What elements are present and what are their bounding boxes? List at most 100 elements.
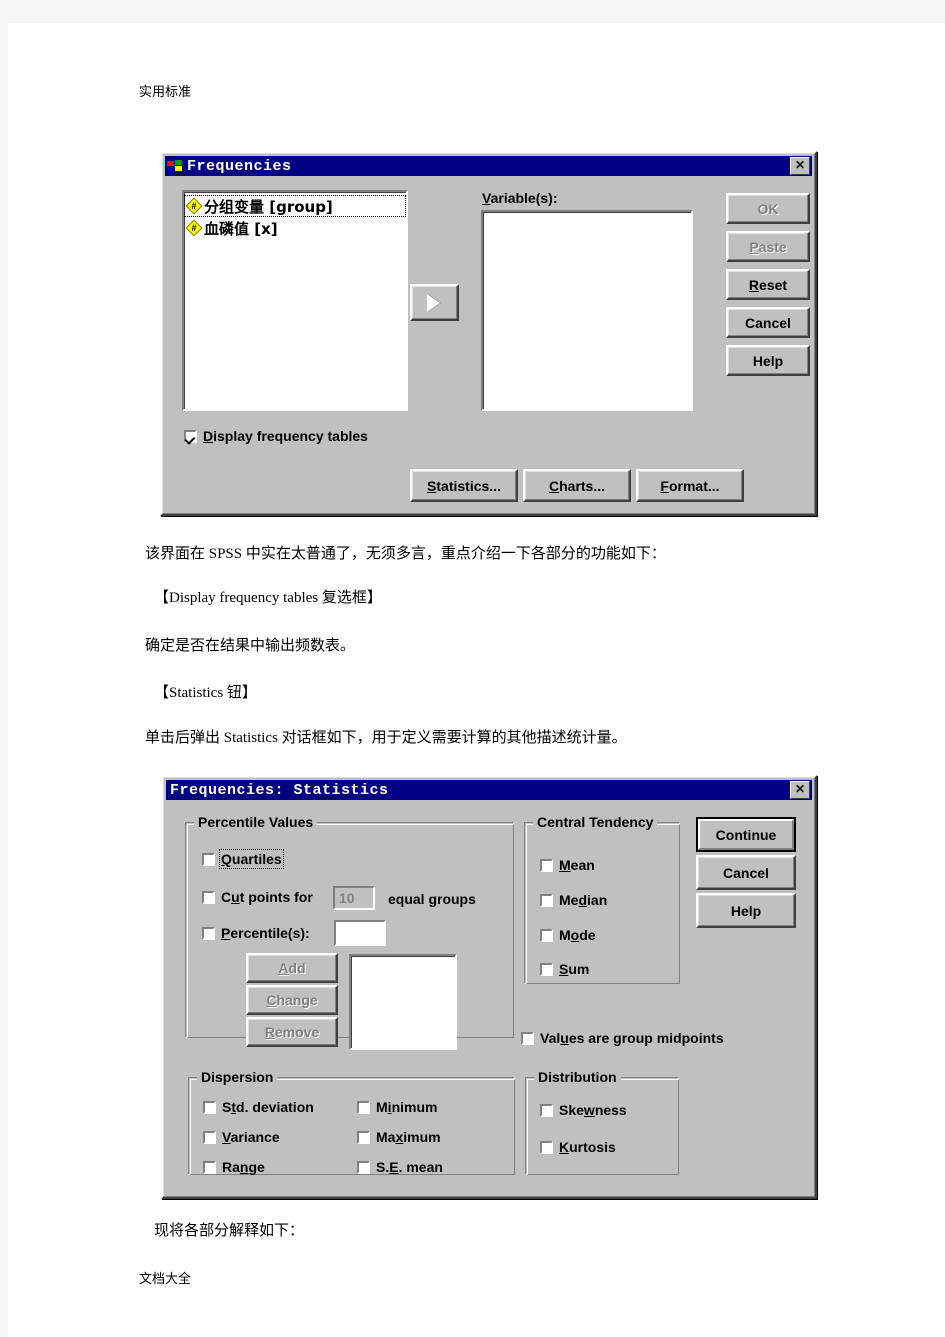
percentiles-list[interactable] [349,954,457,1050]
close-icon[interactable]: ✕ [790,157,810,175]
paragraph-1: 该界面在 SPSS 中实在太普通了，无须多言，重点介绍一下各部分的功能如下： [145,546,666,562]
paragraph-6: 现将各部分解释如下： [154,1223,305,1239]
checkbox-label: Range [222,1159,265,1175]
list-item-label: 血磷值 [x] [204,219,278,238]
checkbox-label: Std. deviation [222,1099,314,1115]
checkbox-box[interactable] [357,1130,370,1144]
checkbox-label: Maximum [376,1129,441,1145]
variables-label: Variable(s): [482,190,558,206]
selected-variables-list[interactable] [481,210,693,411]
format-button[interactable]: Format... [636,469,744,502]
skewness-checkbox[interactable]: Skewness [540,1102,627,1118]
paragraph-2: 【Display frequency tables 复选框】 [154,590,382,606]
checkbox-label: Skewness [559,1102,627,1118]
continue-button-label: Continue [698,819,794,850]
charts-button[interactable]: Charts... [523,469,631,502]
checkbox-box[interactable] [540,962,553,976]
dispersion-group-label: Dispersion [197,1069,278,1085]
statistics-help-button[interactable]: Help [696,893,796,928]
checkbox-label: Mean [559,857,595,873]
checkbox-box[interactable] [540,928,553,942]
checkbox-box[interactable] [357,1100,370,1114]
add-percentile-button[interactable]: Add [246,953,338,983]
remove-percentile-button[interactable]: Remove [246,1017,338,1047]
checkbox-box[interactable] [202,926,215,940]
close-icon[interactable]: ✕ [790,781,810,799]
mean-checkbox[interactable]: Mean [540,857,595,873]
median-checkbox[interactable]: Median [540,892,607,908]
cut-points-checkbox[interactable]: Cut points for [202,889,313,905]
scale-variable-icon: # [187,221,201,235]
range-checkbox[interactable]: Range [203,1159,265,1175]
statistics-dialog: Frequencies: Statistics ✕ Percentile Val… [161,775,817,1199]
frequencies-dialog: Frequencies ✕ # 分组变量 [group] # 血磷值 [x] V… [160,151,817,516]
checkbox-box[interactable] [203,1130,216,1144]
variance-checkbox[interactable]: Variance [203,1129,280,1145]
checkbox-label: Sum [559,961,590,977]
display-frequency-tables-checkbox[interactable]: Display frequency tables [184,428,368,444]
kurtosis-checkbox[interactable]: Kurtosis [540,1139,616,1155]
move-variable-button[interactable] [410,284,459,321]
checkbox-label: Kurtosis [559,1139,616,1155]
percentiles-checkbox[interactable]: Percentile(s): [202,925,310,941]
checkbox-box[interactable] [184,429,197,443]
scale-variable-icon: # [187,199,201,213]
se-mean-checkbox[interactable]: S.E. mean [357,1159,443,1175]
percentile-values-group-label: Percentile Values [194,814,318,830]
checkbox-label: Variance [222,1129,280,1145]
sum-checkbox[interactable]: Sum [540,961,589,977]
mode-checkbox[interactable]: Mode [540,927,596,943]
document-page: 实用标准 Frequencies ✕ # 分组变量 [group] # 血磷值 … [8,23,945,1337]
checkbox-label: Quartiles [219,849,284,869]
continue-button[interactable]: Continue [696,817,796,852]
checkbox-label: Display frequency tables [203,428,368,444]
reset-button[interactable]: Reset [726,269,810,300]
spss-flag-icon [167,159,183,173]
checkbox-box[interactable] [540,893,553,907]
checkbox-box[interactable] [540,858,553,872]
values-are-group-midpoints-checkbox[interactable]: Values are group midpoints [521,1030,724,1046]
paragraph-5: 单击后弹出 Statistics 对话框如下，用于定义需要计算的其他描述统计量。 [145,730,627,746]
checkbox-label: Values are group midpoints [540,1030,724,1046]
maximum-checkbox[interactable]: Maximum [357,1129,441,1145]
list-item[interactable]: # 血磷值 [x] [184,217,406,239]
cancel-button[interactable]: Cancel [726,307,810,338]
distribution-group: Distribution [525,1069,679,1175]
checkbox-box[interactable] [202,890,215,904]
cut-points-input[interactable]: 10 [333,886,375,910]
source-variable-list[interactable]: # 分组变量 [group] # 血磷值 [x] [182,190,408,411]
cut-points-label: Cut points for [221,889,313,905]
equal-groups-label: equal groups [388,891,476,907]
checkbox-box[interactable] [521,1031,534,1045]
quartiles-checkbox[interactable]: Quartiles [202,849,284,869]
checkbox-label: S.E. mean [376,1159,443,1175]
paste-button[interactable]: Paste [726,231,810,262]
checkbox-box[interactable] [540,1140,553,1154]
frequencies-title: Frequencies [187,157,292,175]
ok-button[interactable]: OK [726,193,810,224]
percentiles-input[interactable] [334,920,386,946]
help-button[interactable]: Help [726,345,810,376]
statistics-button[interactable]: Statistics... [410,469,518,502]
checkbox-box[interactable] [540,1103,553,1117]
statistics-titlebar[interactable]: Frequencies: Statistics ✕ [166,780,812,800]
statistics-cancel-button[interactable]: Cancel [696,855,796,890]
statistics-title: Frequencies: Statistics [170,781,389,799]
central-tendency-group-label: Central Tendency [533,814,658,830]
checkbox-box[interactable] [357,1160,370,1174]
checkbox-box[interactable] [202,852,215,866]
checkbox-box[interactable] [203,1160,216,1174]
checkbox-box[interactable] [203,1100,216,1114]
list-item-label: 分组变量 [group] [204,197,333,216]
frequencies-titlebar[interactable]: Frequencies ✕ [165,156,812,176]
change-percentile-button[interactable]: Change [246,985,338,1015]
arrow-right-icon [427,293,441,312]
checkbox-label: Mode [559,927,596,943]
page-header-text: 实用标准 [139,85,192,100]
std-deviation-checkbox[interactable]: Std. deviation [203,1099,314,1115]
minimum-checkbox[interactable]: Minimum [357,1099,437,1115]
list-item[interactable]: # 分组变量 [group] [184,195,406,217]
distribution-group-label: Distribution [534,1069,621,1085]
checkbox-label: Median [559,892,608,908]
variables-label-rest: ariable(s): [490,190,558,206]
